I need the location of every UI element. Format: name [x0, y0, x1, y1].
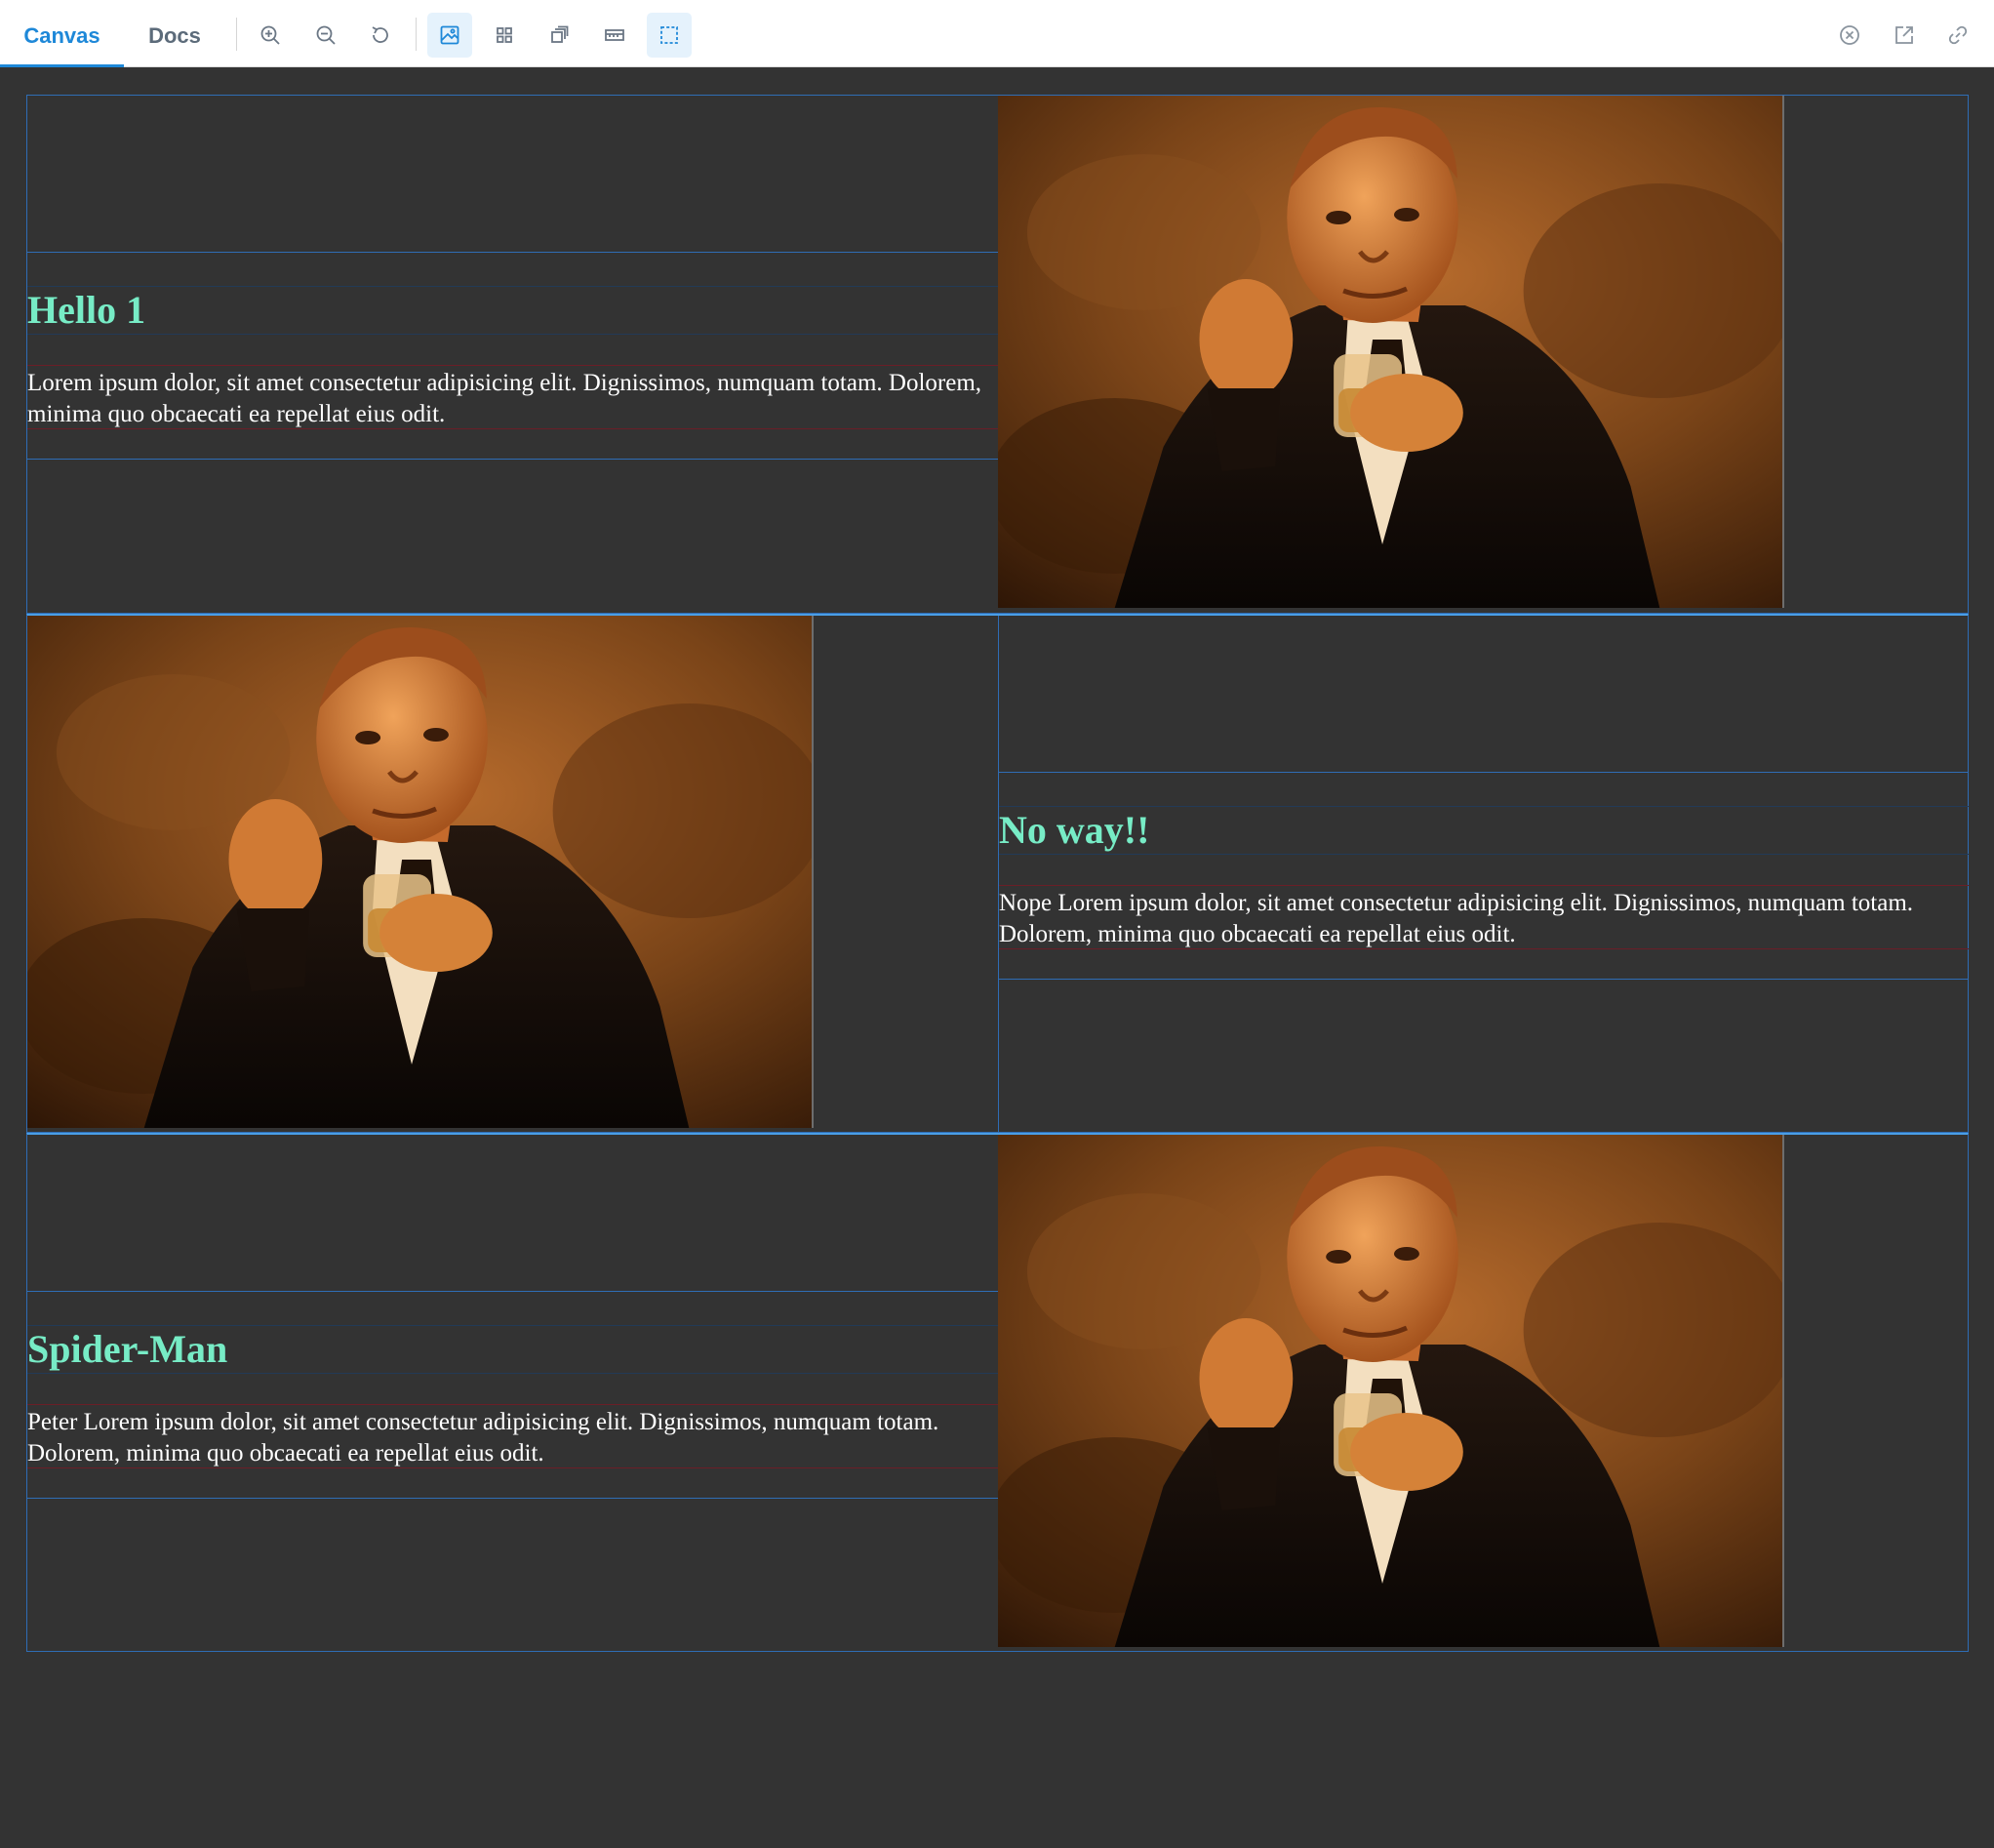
tab-docs[interactable]: Docs: [124, 0, 225, 67]
toolbar: Canvas Docs: [0, 0, 1994, 68]
text-block: Hello 1 Lorem ipsum dolor, sit amet cons…: [27, 252, 998, 460]
open-new-tab-icon: [1895, 26, 1913, 44]
outline-button[interactable]: [647, 13, 692, 58]
viewport-icon: [551, 25, 569, 43]
text-block: No way!! Nope Lorem ipsum dolor, sit ame…: [999, 772, 1969, 980]
section-heading: Hello 1: [27, 286, 998, 335]
close-icon: [1840, 25, 1859, 45]
image-column: [27, 616, 998, 1132]
zoom-out-button[interactable]: [303, 13, 348, 58]
text-column: Spider-Man Peter Lorem ipsum dolor, sit …: [27, 1135, 998, 1651]
zoom-in-button[interactable]: [248, 13, 293, 58]
portrait-photo: [27, 616, 812, 1128]
copy-link-icon: [1948, 25, 1968, 45]
text-column: No way!! Nope Lorem ipsum dolor, sit ame…: [998, 616, 1969, 1132]
copy-link-button[interactable]: [1935, 13, 1980, 58]
outline-icon: [660, 26, 678, 44]
section-heading: Spider-Man: [27, 1325, 998, 1374]
reset-zoom-icon: [372, 26, 388, 43]
section-heading: No way!!: [999, 806, 1969, 855]
portrait-photo: [998, 96, 1782, 608]
zoom-in-icon: [260, 25, 280, 45]
section-hello: Hello 1 Lorem ipsum dolor, sit amet cons…: [26, 95, 1969, 614]
portrait-image: [998, 1135, 1784, 1647]
text-column: Hello 1 Lorem ipsum dolor, sit amet cons…: [27, 96, 998, 613]
section-paragraph: Peter Lorem ipsum dolor, sit amet consec…: [27, 1404, 998, 1468]
viewport-button[interactable]: [537, 13, 581, 58]
close-button[interactable]: [1827, 13, 1872, 58]
tab-canvas[interactable]: Canvas: [0, 0, 124, 68]
background-button[interactable]: [427, 13, 472, 58]
grid-icon: [497, 27, 512, 43]
open-new-tab-button[interactable]: [1882, 13, 1927, 58]
measure-button[interactable]: [592, 13, 637, 58]
zoom-out-icon: [316, 25, 336, 45]
toolbar-divider: [236, 18, 237, 51]
toolbar-divider: [416, 18, 417, 51]
section-paragraph: Nope Lorem ipsum dolor, sit amet consect…: [999, 885, 1969, 949]
preview-canvas: Hello 1 Lorem ipsum dolor, sit amet cons…: [0, 67, 1994, 1848]
portrait-photo: [998, 1135, 1782, 1647]
grid-button[interactable]: [482, 13, 527, 58]
reset-zoom-button[interactable]: [358, 13, 403, 58]
portrait-image: [27, 616, 814, 1128]
measure-icon: [605, 29, 624, 41]
image-column: [998, 1135, 1969, 1651]
section-spider-man: Spider-Man Peter Lorem ipsum dolor, sit …: [26, 1133, 1969, 1652]
section-no-way: No way!! Nope Lorem ipsum dolor, sit ame…: [26, 614, 1969, 1133]
section-paragraph: Lorem ipsum dolor, sit amet consectetur …: [27, 365, 998, 429]
text-block: Spider-Man Peter Lorem ipsum dolor, sit …: [27, 1291, 998, 1499]
image-column: [998, 96, 1969, 613]
background-icon: [440, 25, 459, 45]
portrait-image: [998, 96, 1784, 608]
